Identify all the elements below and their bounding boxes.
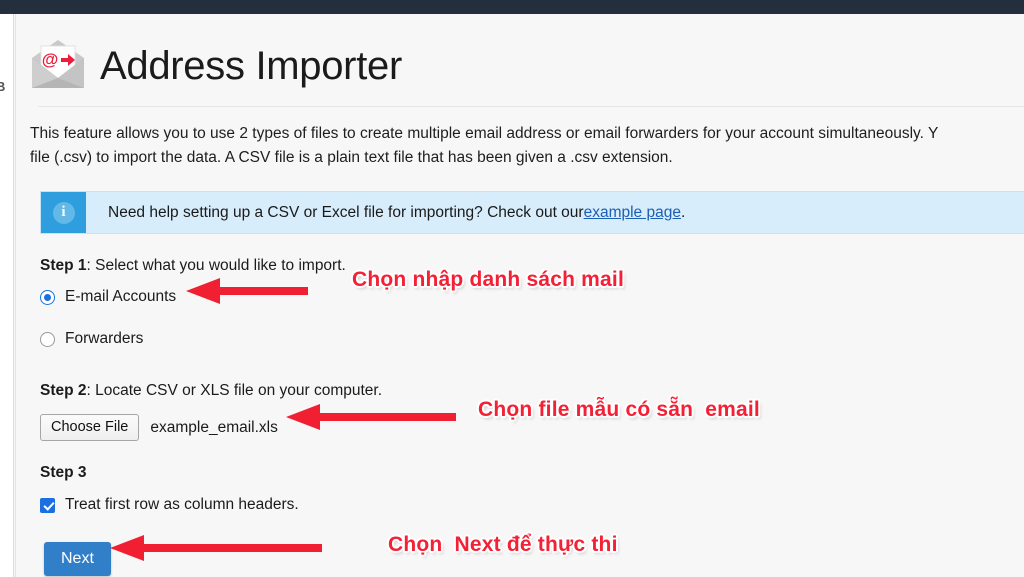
- info-icon-glyph: i: [52, 201, 75, 224]
- step-1-description: : Select what you would like to import.: [86, 257, 346, 274]
- sidebar-edge-strip: B: [0, 14, 14, 577]
- annotation-arrow-1: [186, 278, 308, 304]
- info-banner: i Need help setting up a CSV or Excel fi…: [40, 191, 1024, 234]
- first-row-headers-label: Treat first row as column headers.: [65, 496, 299, 513]
- selected-file-name: example_email.xls: [150, 418, 278, 436]
- page-title: Address Importer: [100, 44, 402, 88]
- description-line-2: file (.csv) to import the data. A CSV fi…: [30, 149, 673, 166]
- next-button[interactable]: Next: [44, 542, 111, 576]
- annotation-text-3: Chọn Next để thực thi: [388, 533, 618, 556]
- annotation-arrow-3: [110, 535, 322, 561]
- annotation-text-2: Chọn file mẫu có sẵn email: [478, 398, 760, 421]
- radio-forwarders[interactable]: Forwarders: [40, 330, 143, 348]
- step-2-description: : Locate CSV or XLS file on your compute…: [86, 382, 383, 399]
- choose-file-button[interactable]: Choose File: [40, 414, 140, 442]
- radio-forwarders-label: Forwarders: [65, 330, 144, 347]
- example-page-link[interactable]: example page: [584, 204, 681, 222]
- annotation-arrow-2: [286, 404, 456, 430]
- info-text-before: Need help setting up a CSV or Excel file…: [108, 203, 584, 221]
- description-line-1: This feature allows you to use 2 types o…: [30, 125, 939, 142]
- info-icon: i: [41, 192, 86, 233]
- info-banner-text: Need help setting up a CSV or Excel file…: [86, 192, 685, 233]
- radio-email-accounts-mark[interactable]: [40, 289, 55, 305]
- page-header: @ Address Importer: [26, 28, 1016, 104]
- annotation-text-1: Chọn nhập danh sách mail: [352, 268, 624, 291]
- top-dark-bar: [0, 0, 1024, 14]
- radio-email-accounts-label: E-mail Accounts: [65, 288, 177, 305]
- step-2-label: Step 2: [40, 382, 87, 399]
- radio-forwarders-mark[interactable]: [40, 331, 55, 347]
- first-row-headers-checkbox[interactable]: Treat first row as column headers.: [40, 496, 299, 514]
- feature-description: This feature allows you to use 2 types o…: [30, 122, 1024, 170]
- step-3-heading: Step 3: [40, 464, 87, 481]
- file-input-row: Choose File example_email.xls: [40, 414, 278, 442]
- svg-text:@: @: [42, 50, 59, 69]
- step-1-heading: Step 1: Select what you would like to im…: [40, 257, 346, 275]
- info-text-after: .: [680, 203, 686, 221]
- title-divider: [38, 106, 1024, 107]
- step-1-label: Step 1: [40, 257, 87, 274]
- radio-email-accounts[interactable]: E-mail Accounts: [40, 288, 176, 306]
- step-2-heading: Step 2: Locate CSV or XLS file on your c…: [40, 382, 382, 400]
- main-content-panel: @ Address Importer This feature allows y…: [15, 14, 1024, 577]
- envelope-at-arrow-icon: @: [28, 38, 88, 94]
- sidebar-cut-glyph: B: [0, 80, 5, 93]
- first-row-headers-checkbox-mark[interactable]: [40, 497, 55, 513]
